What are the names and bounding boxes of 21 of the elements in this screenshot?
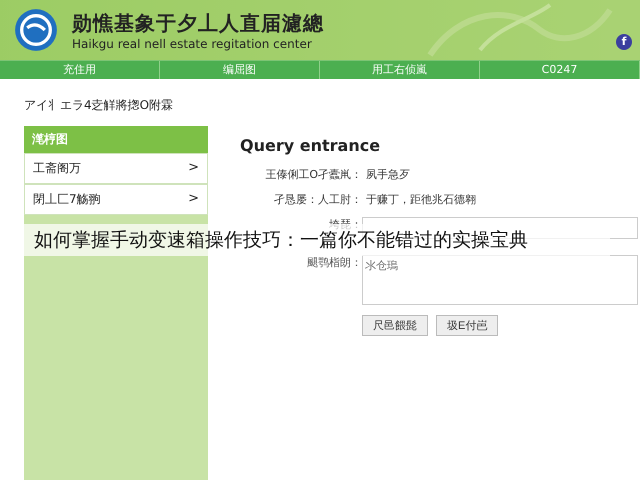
sidebar-title: 滗梈图	[24, 126, 208, 153]
field-value: 于赚丁，距彵兆石德翱	[366, 192, 476, 207]
field-label: 颶鹗栺朗：	[306, 255, 362, 270]
site-title: 勋憔基象于夕丄人直届濾總	[72, 10, 324, 36]
chevron-icon: >	[188, 191, 199, 208]
field-value: 夙手急歹	[366, 167, 410, 182]
sidebar-item-label: 工斋阁万	[33, 160, 81, 177]
facebook-icon[interactable]: f	[616, 34, 632, 50]
chevron-icon: >	[188, 160, 199, 177]
sidebar-item[interactable]: 工斋阁万 >	[24, 153, 208, 184]
field-label: 垮琵：	[328, 217, 362, 231]
sidebar-item-label: 閉丄匚7觞翑	[33, 191, 101, 208]
breadcrumb: アイ丬エラ4赱觧將揔O附霖	[24, 97, 174, 114]
site-subtitle: Haikgu real nell estate regitation center	[72, 36, 313, 50]
field-label: 王傣俐工O孑蠹鼡：	[264, 167, 362, 182]
field-label: 孑恳屡：人工肘：	[273, 192, 362, 207]
form-button[interactable]: 圾E付岜	[436, 315, 498, 336]
sidebar-item[interactable]: 閉丄匚7觞翑 >	[24, 184, 208, 215]
form-button[interactable]: 尺邑餵髭	[362, 315, 428, 336]
form-title: Query entrance	[240, 136, 382, 155]
text-area[interactable]: 氺仓瑦	[362, 255, 638, 305]
